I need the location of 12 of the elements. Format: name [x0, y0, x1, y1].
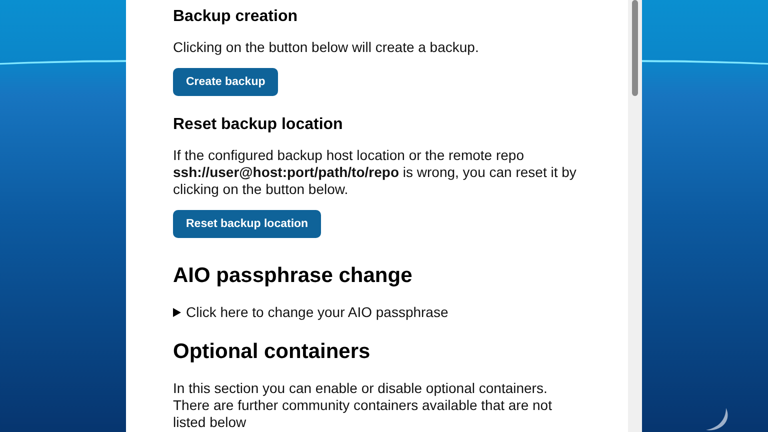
- section-heading: Backup creation: [173, 8, 298, 26]
- section-text: In this section you can enable or disable optional containers. There are further community containers available that are not listed below: [173, 380, 553, 431]
- scrollbar[interactable]: [628, 0, 642, 432]
- section-heading: AIO passphrase change: [173, 264, 414, 288]
- action-button[interactable]: Create backup: [173, 68, 278, 96]
- disclosure-summary[interactable]: Click here to change your AIO passphrase: [173, 304, 628, 320]
- section-heading: Optional containers: [173, 340, 372, 364]
- section-text: Clicking on the button below will create a backup.: [173, 39, 480, 56]
- triangle-right-icon: [173, 308, 181, 316]
- action-button[interactable]: Reset backup location: [173, 210, 322, 238]
- section-text: If the configured backup host location or the remote repo ssh://user@host:port/path/to/repo is wrong, you can reset it by clicking on the button below.: [173, 147, 578, 198]
- section-heading: Reset backup location: [173, 116, 344, 134]
